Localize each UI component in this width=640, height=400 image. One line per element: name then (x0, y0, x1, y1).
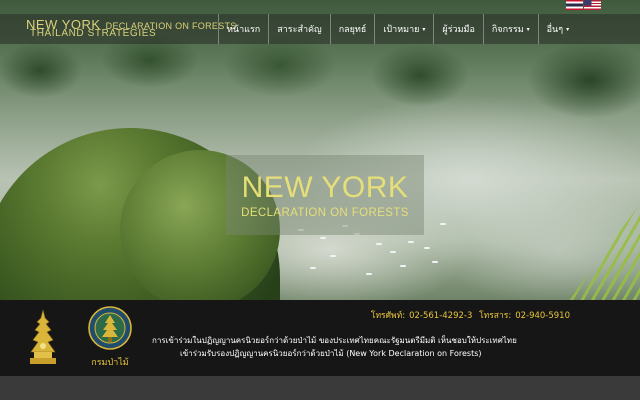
university-emblem-icon[interactable] (24, 308, 62, 368)
nav-item-partners[interactable]: ผู้ร่วมมือ (433, 14, 482, 44)
fax-label: โทรสาร: (479, 311, 512, 321)
chevron-down-icon: ▾ (526, 25, 530, 33)
nav-item-essentials[interactable]: สาระสำคัญ (268, 14, 329, 44)
footer-contact: โทรศัพท์: 02-561-4292-3 โทรสาร: 02-940-591… (367, 308, 570, 322)
footer-description: การเข้าร่วมในปฏิญญานครนิวยอร์กว่าด้วยป่า… (152, 334, 572, 360)
main-nav: หน้าแรก สาระสำคัญ กลยุทธ์ เป้าหมาย ▾ ผู้… (218, 14, 577, 44)
hero-forest-image (0, 0, 640, 300)
nav-item-strategies[interactable]: กลยุทธ์ (329, 14, 375, 44)
hero-title-box: NEW YORK DECLARATION ON FORESTS (226, 155, 424, 235)
site-logo[interactable]: NEW YORK DECLARATION ON FORESTS THAILAND… (26, 14, 236, 42)
nav-item-others[interactable]: อื่นๆ ▾ (537, 14, 577, 44)
nav-item-goals[interactable]: เป้าหมาย ▾ (374, 14, 433, 44)
phone-number[interactable]: 02-561-4292-3 (409, 311, 472, 321)
nav-item-home[interactable]: หน้าแรก (218, 14, 268, 44)
footer-text-line: เข้าร่วมรับรองปฏิญญานครนิวยอร์กว่าด้วยป่… (180, 349, 482, 358)
phone-label: โทรศัพท์: (370, 311, 406, 321)
nav-item-label: กิจกรรม (491, 25, 524, 35)
nav-item-label: หน้าแรก (227, 25, 261, 35)
thai-flag-icon[interactable] (566, 0, 583, 10)
bottom-bar (0, 376, 640, 400)
nav-item-label: อื่นๆ (546, 25, 564, 35)
fax-number: 02-940-5910 (515, 311, 570, 321)
fern-leaves (562, 190, 640, 300)
nav-item-label: เป้าหมาย (383, 25, 420, 35)
hero-subtitle: DECLARATION ON FORESTS (241, 207, 409, 219)
logo-subtitle: THAILAND STRATEGIES (30, 28, 157, 39)
nav-item-activities[interactable]: กิจกรรม ▾ (482, 14, 538, 44)
nav-item-label: ผู้ร่วมมือ (442, 25, 475, 35)
footer-text-line: การเข้าร่วมในปฏิญญานครนิวยอร์กว่าด้วยป่า… (152, 336, 517, 345)
chevron-down-icon: ▾ (422, 25, 426, 33)
nav-item-label: สาระสำคัญ (277, 25, 322, 35)
forest-department-seal-icon[interactable] (88, 306, 132, 350)
chevron-down-icon: ▾ (566, 25, 570, 33)
seal-label: กรมป่าไม้ (91, 358, 129, 368)
nav-item-label: กลยุทธ์ (338, 25, 367, 35)
us-flag-icon[interactable] (584, 0, 601, 10)
hero-title: NEW YORK (241, 171, 409, 204)
